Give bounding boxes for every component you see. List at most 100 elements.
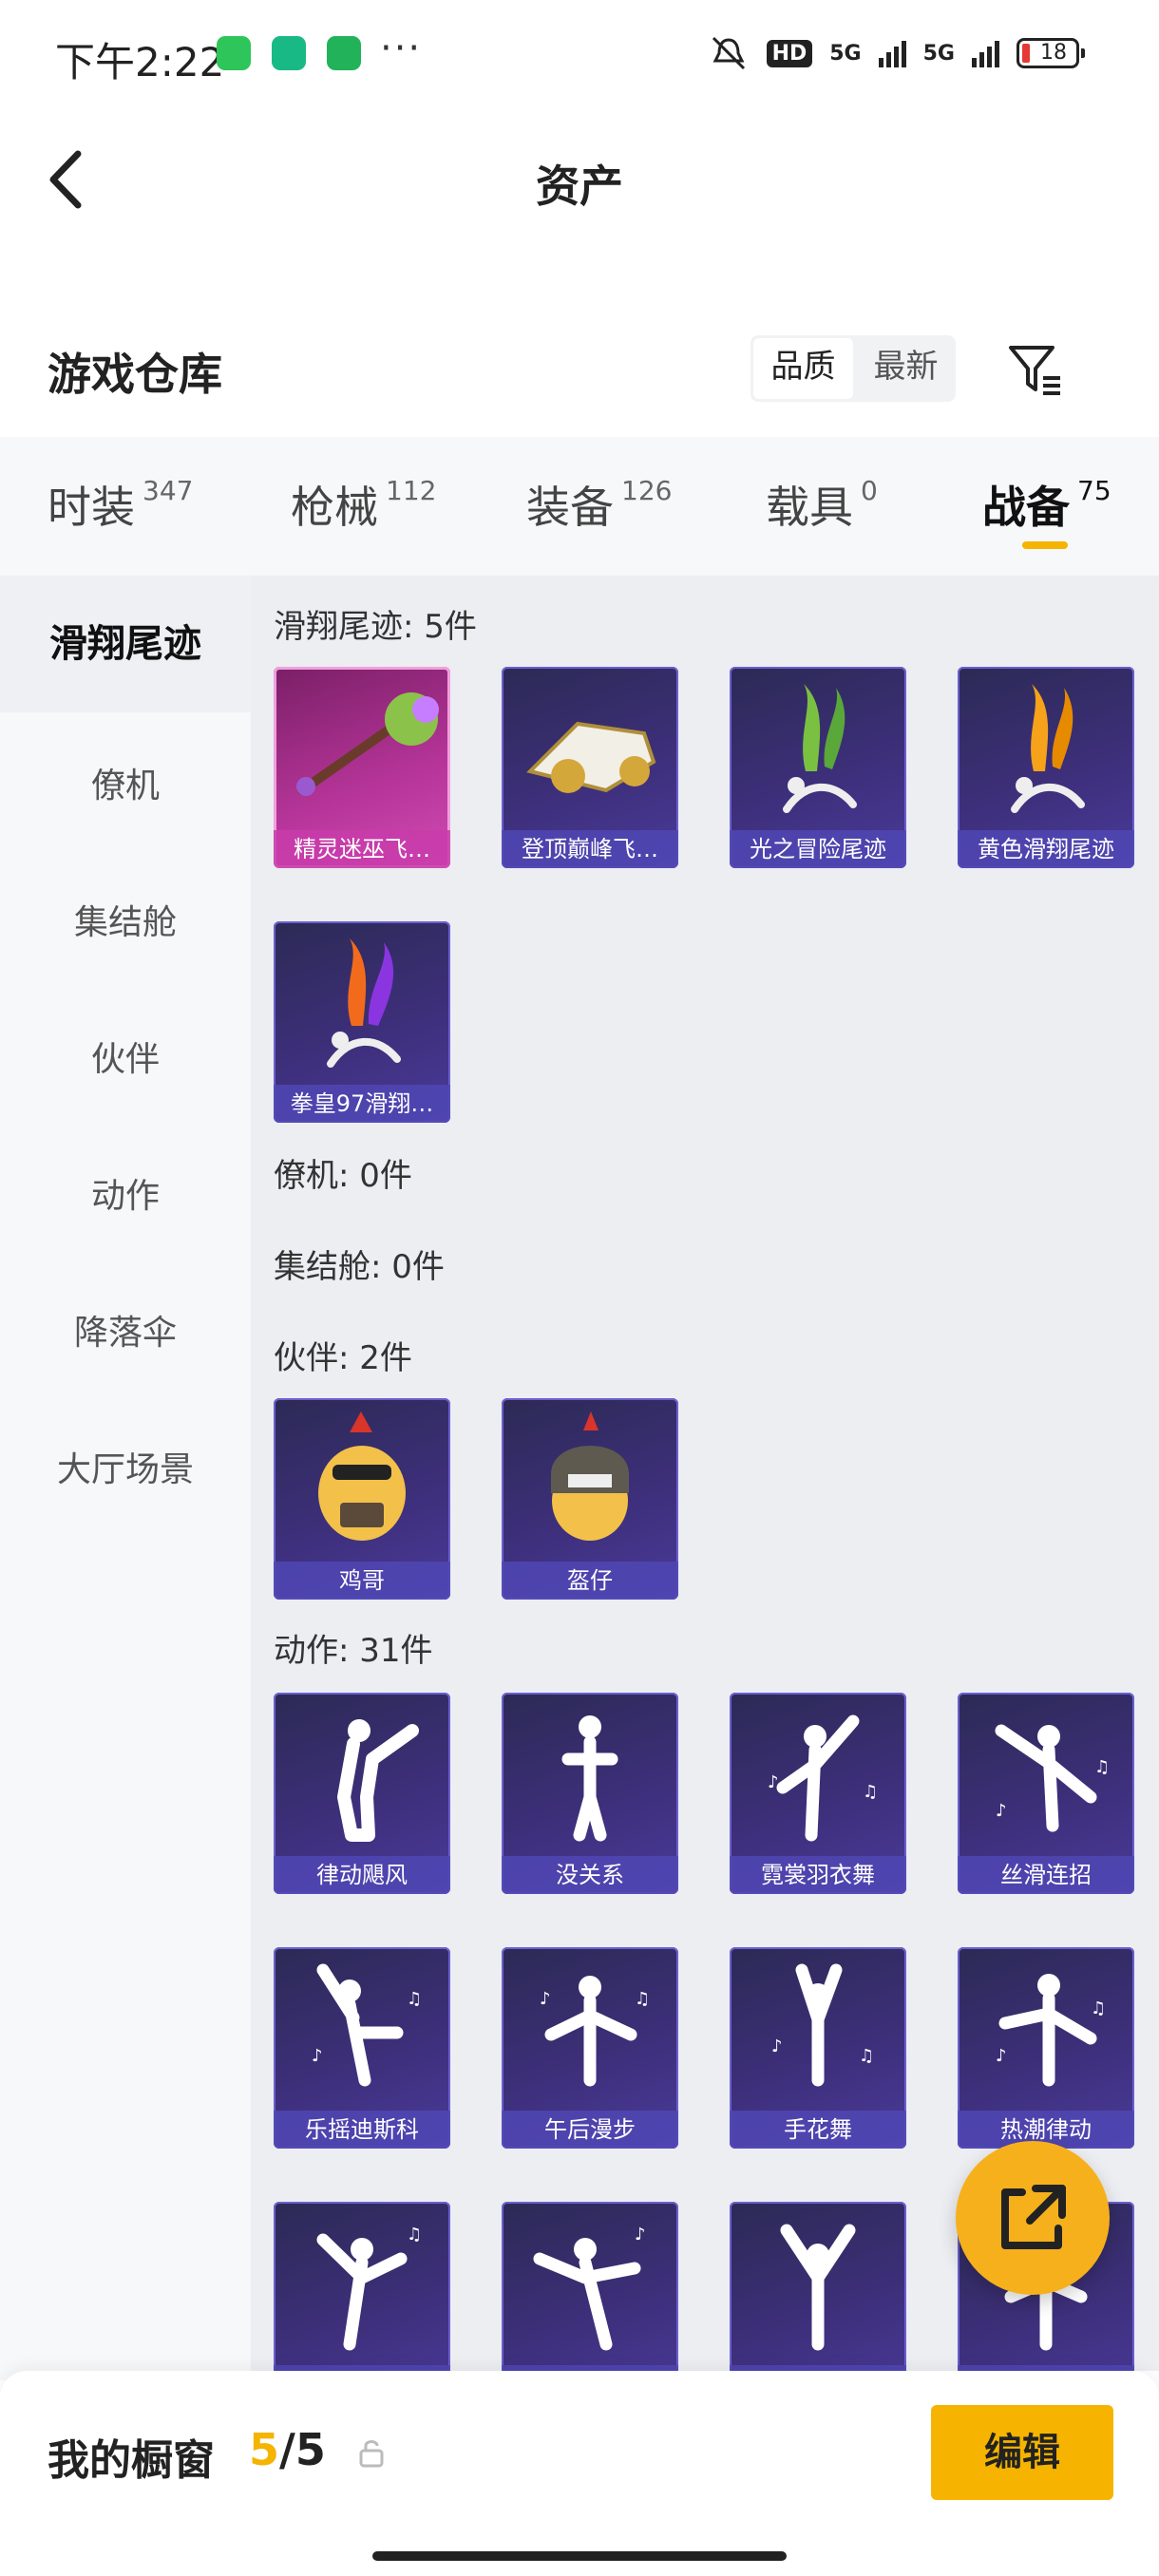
sort-by-newest[interactable]: 最新 bbox=[856, 335, 956, 402]
category-tabs: 时装 347 枪械 112 装备 126 载具 0 战备 75 bbox=[0, 437, 1159, 576]
green-trail-figure-icon bbox=[783, 684, 857, 813]
broom-art-icon bbox=[296, 692, 439, 796]
tab-count: 112 bbox=[386, 475, 437, 506]
sidebar-item-parachute[interactable]: 降落伞 bbox=[0, 1305, 251, 1354]
item-card[interactable]: 精灵迷巫飞… bbox=[274, 667, 450, 868]
item-card[interactable]: ♫ bbox=[274, 2202, 450, 2371]
share-fab-button[interactable] bbox=[956, 2141, 1110, 2295]
sidebar-item-partner[interactable]: 伙伴 bbox=[0, 1032, 251, 1081]
shield-app-icon bbox=[272, 36, 306, 70]
item-card[interactable]: 拳皇97滑翔… bbox=[274, 921, 450, 1123]
aircraft-art-icon bbox=[526, 721, 656, 793]
item-card[interactable]: 律动飓风 bbox=[274, 1693, 450, 1894]
item-name: 乐摇迪斯科 bbox=[274, 2111, 450, 2149]
filter-icon[interactable] bbox=[1005, 340, 1066, 401]
yellow-trail-figure-icon bbox=[1011, 684, 1085, 813]
sidebar-item-lobby-scene[interactable]: 大厅场景 bbox=[0, 1442, 251, 1491]
item-name: 盔仔 bbox=[502, 1562, 678, 1600]
signal-icon-2 bbox=[972, 39, 999, 67]
dance-figure-icon: ♪♫ bbox=[771, 1963, 874, 2087]
item-card[interactable]: ♪ ♫ 热潮律动 bbox=[958, 1947, 1134, 2149]
showcase-total: /5 bbox=[279, 2424, 326, 2475]
inventory-content: 滑翔尾迹: 5件 精灵迷巫飞… 登顶巅峰飞… 光之冒险尾迹 黄色滑翔尾迹 拳皇9… bbox=[251, 576, 1159, 2371]
item-card[interactable]: ♪ ♫ 丝滑连招 bbox=[958, 1693, 1134, 1894]
item-card[interactable]: ♪ ♫ 霓裳羽衣舞 bbox=[730, 1693, 906, 1894]
status-time: 下午2:22 bbox=[55, 39, 225, 85]
edit-button[interactable]: 编辑 bbox=[931, 2405, 1113, 2500]
item-card[interactable]: ♪ bbox=[502, 2202, 678, 2371]
tab-count: 347 bbox=[142, 475, 194, 506]
svg-text:♫: ♫ bbox=[407, 1989, 422, 2009]
item-card[interactable]: 盔仔 bbox=[502, 1398, 678, 1600]
tab-count: 75 bbox=[1077, 475, 1112, 506]
svg-text:♪: ♪ bbox=[540, 1989, 551, 2009]
svg-text:♪: ♪ bbox=[771, 2036, 783, 2056]
sort-by-quality[interactable]: 品质 bbox=[753, 338, 853, 399]
dance-figure-icon bbox=[337, 1719, 419, 1842]
svg-text:♪: ♪ bbox=[312, 2046, 323, 2066]
tab-weapons[interactable]: 枪械 112 bbox=[291, 473, 436, 536]
item-card[interactable]: ♪ ♫ 手花舞 bbox=[730, 1947, 906, 2149]
svg-text:♫: ♫ bbox=[635, 1989, 650, 2009]
item-name: 拳皇97滑翔… bbox=[274, 1085, 450, 1123]
group-title-emote: 动作: 31件 bbox=[274, 1632, 433, 1670]
network-5g-label: 5G bbox=[829, 41, 862, 66]
share-external-icon bbox=[1001, 2185, 1066, 2249]
item-card[interactable]: 黄色滑翔尾迹 bbox=[958, 667, 1134, 868]
home-indicator[interactable] bbox=[372, 2551, 787, 2561]
item-card[interactable]: 没关系 bbox=[502, 1693, 678, 1894]
svg-text:♪: ♪ bbox=[996, 1801, 1007, 1821]
chicken-partner-art-icon bbox=[318, 1411, 406, 1541]
flame-trail-figure-icon bbox=[327, 938, 401, 1068]
tab-combat-gear[interactable]: 战备 75 bbox=[982, 473, 1112, 536]
item-card[interactable]: 光之冒险尾迹 bbox=[730, 667, 906, 868]
phone-app-icon bbox=[327, 36, 361, 70]
app-header: 资产 bbox=[0, 114, 1159, 247]
sidebar: 滑翔尾迹 僚机 集结舱 伙伴 动作 降落伞 大厅场景 bbox=[0, 576, 251, 2380]
item-card[interactable]: ♪ ♫ 乐摇迪斯科 bbox=[274, 1947, 450, 2149]
dance-figure-icon bbox=[561, 1715, 618, 1842]
item-name: 手花舞 bbox=[730, 2111, 906, 2149]
signal-icon bbox=[878, 39, 906, 67]
sidebar-item-rally-pod[interactable]: 集结舱 bbox=[0, 895, 251, 944]
dance-figure-icon: ♪♫ bbox=[768, 1714, 878, 1842]
svg-text:♫: ♫ bbox=[407, 2225, 422, 2245]
tab-label: 枪械 bbox=[291, 482, 378, 533]
network-5g-label-2: 5G bbox=[922, 41, 955, 66]
sidebar-item-emote[interactable]: 动作 bbox=[0, 1168, 251, 1218]
svg-text:♫: ♫ bbox=[859, 2046, 874, 2066]
dance-figure-icon: ♪♫ bbox=[540, 1976, 650, 2087]
svg-text:♪: ♪ bbox=[768, 1772, 779, 1792]
item-name: 律动飓风 bbox=[274, 1856, 450, 1894]
item-name: 霓裳羽衣舞 bbox=[730, 1856, 906, 1894]
group-title-rally-pod: 集结舱: 0件 bbox=[274, 1248, 445, 1286]
tab-fashion[interactable]: 时装 347 bbox=[48, 473, 193, 536]
wechat-icon bbox=[217, 36, 251, 70]
item-card[interactable]: ♪ ♫ 午后漫步 bbox=[502, 1947, 678, 2149]
bottom-bar: 我的橱窗 5/5 编辑 bbox=[0, 2371, 1159, 2576]
item-name: 精灵迷巫飞… bbox=[274, 830, 450, 868]
tab-vehicles[interactable]: 载具 0 bbox=[766, 473, 878, 536]
item-name: 没关系 bbox=[502, 1856, 678, 1894]
item-card[interactable]: 鸡哥 bbox=[274, 1398, 450, 1600]
tab-count: 0 bbox=[861, 475, 878, 506]
item-card[interactable] bbox=[730, 2202, 906, 2371]
tab-count: 126 bbox=[621, 475, 673, 506]
svg-text:♪: ♪ bbox=[996, 2046, 1007, 2066]
lock-icon bbox=[359, 2440, 384, 2468]
item-name: 丝滑连招 bbox=[958, 1856, 1134, 1894]
tab-equipment[interactable]: 装备 126 bbox=[526, 473, 672, 536]
item-name: 黄色滑翔尾迹 bbox=[958, 830, 1134, 868]
item-card[interactable]: 登顶巅峰飞… bbox=[502, 667, 678, 868]
page-title: 资产 bbox=[536, 161, 623, 212]
svg-text:♫: ♫ bbox=[863, 1782, 878, 1802]
tab-label: 时装 bbox=[48, 482, 135, 533]
sidebar-item-glide-trail[interactable]: 滑翔尾迹 bbox=[0, 576, 251, 712]
sort-toggle: 品质 最新 bbox=[750, 335, 956, 402]
group-title-glide-trail: 滑翔尾迹: 5件 bbox=[274, 608, 477, 646]
section-title: 游戏仓库 bbox=[48, 349, 222, 400]
svg-text:♪: ♪ bbox=[635, 2225, 646, 2245]
battery-level: 18 bbox=[1040, 41, 1067, 65]
sidebar-item-wingman[interactable]: 僚机 bbox=[0, 758, 251, 807]
hd-badge: HD bbox=[766, 39, 813, 67]
